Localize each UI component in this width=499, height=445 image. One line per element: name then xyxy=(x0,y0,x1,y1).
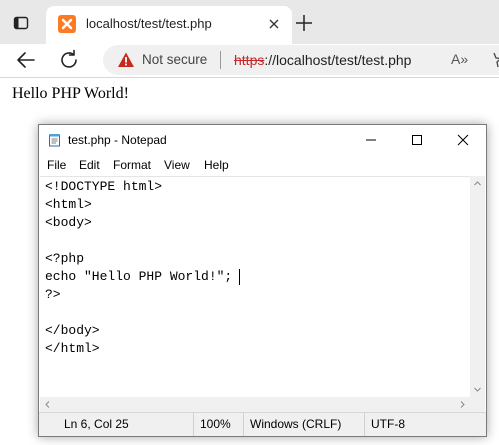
menu-view[interactable]: View xyxy=(164,158,190,172)
security-status-label[interactable]: Not secure xyxy=(142,52,207,67)
xampp-favicon-icon xyxy=(58,15,76,33)
read-aloud-icon[interactable]: A» xyxy=(451,51,468,67)
scroll-right-arrow-icon[interactable] xyxy=(455,397,470,412)
tab-bar: localhost/test/test.php xyxy=(0,0,499,44)
favorites-star-icon[interactable] xyxy=(486,51,499,69)
code-line: echo "Hello PHP World!"; xyxy=(45,269,233,284)
code-line: <?php xyxy=(45,251,85,266)
tab-actions-button[interactable] xyxy=(6,8,36,38)
text-caret xyxy=(239,269,240,285)
close-icon xyxy=(457,134,469,146)
status-zoom: 100% xyxy=(193,413,243,436)
menu-file[interactable]: File xyxy=(47,158,66,172)
tab-close-icon[interactable] xyxy=(266,16,282,32)
url-input[interactable]: Not secure https://localhost/test/test.p… xyxy=(103,45,499,75)
scroll-down-arrow-icon[interactable] xyxy=(470,382,485,397)
status-encoding: UTF-8 xyxy=(364,413,486,436)
scroll-left-arrow-icon[interactable] xyxy=(40,397,55,412)
maximize-icon xyxy=(412,135,422,145)
address-bar: Not secure https://localhost/test/test.p… xyxy=(0,44,499,78)
url-text[interactable]: https://localhost/test/test.php xyxy=(234,52,411,68)
browser-tab[interactable]: localhost/test/test.php xyxy=(46,6,292,44)
tab-actions-icon xyxy=(13,16,29,30)
notepad-status-bar: Ln 6, Col 25 100% Windows (CRLF) UTF-8 xyxy=(39,412,486,436)
back-arrow-icon[interactable] xyxy=(14,48,38,72)
minimize-button[interactable] xyxy=(348,125,394,155)
tab-title: localhost/test/test.php xyxy=(86,16,212,31)
code-line: </body> xyxy=(45,323,100,338)
notepad-window-title: test.php - Notepad xyxy=(68,133,167,147)
maximize-button[interactable] xyxy=(394,125,440,155)
notepad-text-area[interactable]: <!DOCTYPE html> <html> <body> <?php echo "He… xyxy=(40,176,470,398)
status-line-ending: Windows (CRLF) xyxy=(243,413,364,436)
code-line: <!DOCTYPE html> xyxy=(45,179,163,194)
notepad-menu-bar: File Edit Format View Help xyxy=(39,155,486,175)
close-button[interactable] xyxy=(440,125,486,155)
not-secure-warning-icon[interactable] xyxy=(117,51,135,69)
menu-format[interactable]: Format xyxy=(113,158,151,172)
notepad-title-bar[interactable]: test.php - Notepad xyxy=(39,125,486,155)
url-path: ://localhost/test/test.php xyxy=(264,52,412,68)
notepad-window: test.php - Notepad File Edit Format View… xyxy=(38,124,487,437)
scroll-up-arrow-icon[interactable] xyxy=(470,176,485,191)
page-output-text: Hello PHP World! xyxy=(12,85,129,102)
menu-help[interactable]: Help xyxy=(204,158,229,172)
new-tab-icon[interactable] xyxy=(293,12,315,34)
code-line: <html> xyxy=(45,197,92,212)
status-cursor-position: Ln 6, Col 25 xyxy=(64,417,129,431)
code-line: ?> xyxy=(45,287,61,302)
menu-edit[interactable]: Edit xyxy=(79,158,100,172)
omnibox-divider xyxy=(220,51,221,69)
horizontal-scrollbar[interactable] xyxy=(40,397,470,412)
code-line: <body> xyxy=(45,215,92,230)
refresh-icon[interactable] xyxy=(57,48,81,72)
minimize-icon xyxy=(366,139,376,141)
code-line: </html> xyxy=(45,341,100,356)
notepad-app-icon xyxy=(49,134,60,147)
url-scheme: https xyxy=(234,52,265,68)
size-grip[interactable] xyxy=(470,397,485,412)
vertical-scrollbar[interactable] xyxy=(470,176,485,397)
